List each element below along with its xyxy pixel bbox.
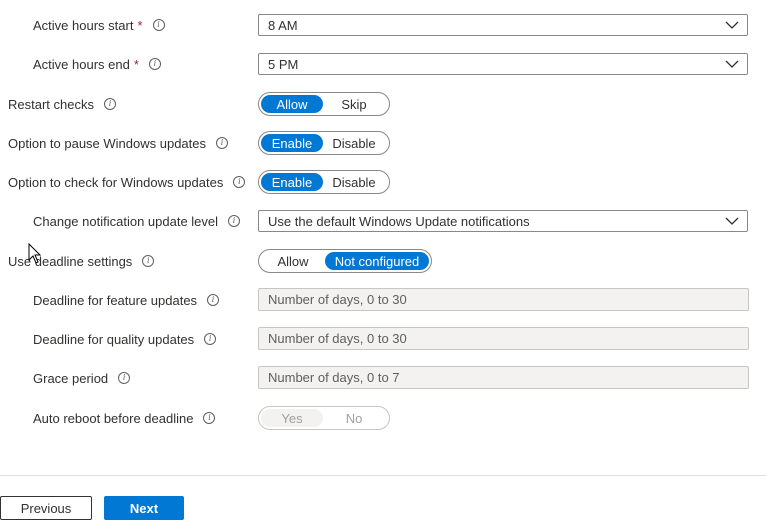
deadline-settings-row: Use deadline settings i Allow Not config… [0, 246, 766, 276]
info-icon[interactable]: i [103, 98, 116, 110]
pause-updates-row: Option to pause Windows updates i Enable… [0, 128, 766, 158]
info-icon[interactable]: i [118, 372, 131, 384]
deadline-settings-not-configured-option[interactable]: Not configured [325, 252, 429, 270]
restart-checks-allow-option[interactable]: Allow [261, 95, 323, 113]
notification-level-label-group: Change notification update level i [33, 206, 241, 236]
chevron-down-icon [725, 21, 739, 29]
chevron-down-icon [725, 60, 739, 68]
pause-updates-label: Option to pause Windows updates [8, 135, 207, 151]
info-icon[interactable]: i [204, 333, 217, 345]
info-icon[interactable]: i [142, 255, 155, 267]
grace-period-label: Grace period [33, 370, 109, 386]
check-updates-toggle[interactable]: Enable Disable [258, 170, 390, 194]
restart-checks-label: Restart checks [8, 96, 94, 112]
info-icon[interactable]: i [233, 176, 246, 188]
active-hours-end-dropdown[interactable]: 5 PM [258, 53, 748, 75]
grace-period-row: Grace period i [0, 363, 766, 393]
pause-updates-label-group: Option to pause Windows updates i [8, 128, 229, 158]
deadline-settings-toggle[interactable]: Allow Not configured [258, 249, 432, 273]
auto-reboot-yes-option[interactable]: Yes [261, 409, 323, 427]
deadline-settings-label-group: Use deadline settings i [8, 246, 155, 276]
info-icon[interactable]: i [148, 58, 161, 70]
active-hours-end-label-group: Active hours end * i [33, 49, 161, 79]
active-hours-end-row: Active hours end * i 5 PM [0, 49, 766, 79]
check-updates-enable-option[interactable]: Enable [261, 173, 323, 191]
info-icon[interactable]: i [203, 412, 216, 424]
active-hours-end-label: Active hours end [33, 56, 130, 72]
deadline-quality-row: Deadline for quality updates i [0, 324, 766, 354]
info-icon[interactable]: i [228, 215, 241, 227]
next-button[interactable]: Next [104, 496, 184, 520]
info-icon[interactable]: i [216, 137, 229, 149]
auto-reboot-toggle[interactable]: Yes No [258, 406, 390, 430]
notification-level-value: Use the default Windows Update notificat… [268, 213, 530, 229]
pause-updates-disable-option[interactable]: Disable [323, 134, 385, 152]
restart-checks-skip-option[interactable]: Skip [323, 95, 385, 113]
check-updates-label-group: Option to check for Windows updates i [8, 167, 246, 197]
restart-checks-row: Restart checks i Allow Skip [0, 89, 766, 119]
required-mark: * [133, 56, 139, 72]
deadline-settings-allow-option[interactable]: Allow [261, 252, 325, 270]
deadline-feature-label-group: Deadline for feature updates i [33, 285, 220, 315]
footer-divider [0, 475, 766, 476]
pause-updates-toggle[interactable]: Enable Disable [258, 131, 390, 155]
chevron-down-icon [725, 217, 739, 225]
required-mark: * [137, 17, 143, 33]
info-icon[interactable]: i [152, 19, 165, 31]
deadline-quality-label: Deadline for quality updates [33, 331, 195, 347]
pause-updates-enable-option[interactable]: Enable [261, 134, 323, 152]
auto-reboot-row: Auto reboot before deadline i Yes No [0, 403, 766, 433]
active-hours-start-value: 8 AM [268, 17, 298, 33]
check-updates-row: Option to check for Windows updates i En… [0, 167, 766, 197]
info-icon[interactable]: i [207, 294, 220, 306]
grace-period-label-group: Grace period i [33, 363, 131, 393]
notification-level-dropdown[interactable]: Use the default Windows Update notificat… [258, 210, 748, 232]
deadline-quality-input[interactable] [258, 327, 749, 350]
deadline-feature-row: Deadline for feature updates i [0, 285, 766, 315]
grace-period-input[interactable] [258, 366, 749, 389]
active-hours-start-row: Active hours start * i 8 AM [0, 10, 766, 40]
deadline-feature-label: Deadline for feature updates [33, 292, 198, 308]
active-hours-start-label: Active hours start [33, 17, 134, 33]
auto-reboot-no-option[interactable]: No [323, 409, 385, 427]
active-hours-end-value: 5 PM [268, 56, 299, 72]
restart-checks-label-group: Restart checks i [8, 89, 116, 119]
auto-reboot-label: Auto reboot before deadline [33, 410, 194, 426]
deadline-quality-label-group: Deadline for quality updates i [33, 324, 217, 354]
check-updates-disable-option[interactable]: Disable [323, 173, 385, 191]
deadline-settings-label: Use deadline settings [8, 253, 133, 269]
restart-checks-toggle[interactable]: Allow Skip [258, 92, 390, 116]
notification-level-label: Change notification update level [33, 213, 219, 229]
notification-level-row: Change notification update level i Use t… [0, 206, 766, 236]
active-hours-start-label-group: Active hours start * i [33, 10, 165, 40]
deadline-feature-input[interactable] [258, 288, 749, 311]
auto-reboot-label-group: Auto reboot before deadline i [33, 403, 216, 433]
active-hours-start-dropdown[interactable]: 8 AM [258, 14, 748, 36]
previous-button[interactable]: Previous [0, 496, 92, 520]
check-updates-label: Option to check for Windows updates [8, 174, 224, 190]
